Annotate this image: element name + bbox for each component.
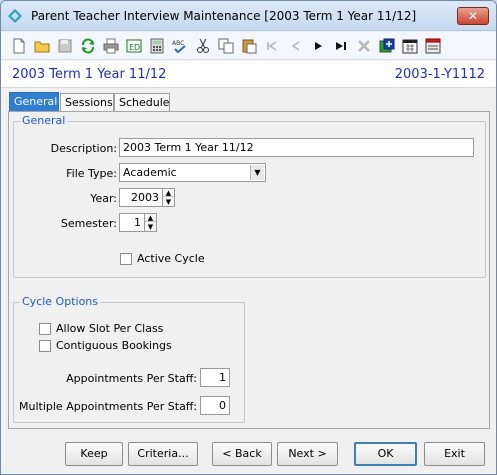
- calculator-icon[interactable]: [147, 36, 167, 56]
- refresh-icon[interactable]: [78, 36, 98, 56]
- spin-up-icon[interactable]: ▲: [163, 189, 174, 197]
- description-label: Description:: [50, 142, 117, 155]
- multiple-appointments-field[interactable]: 0: [200, 396, 230, 415]
- criteria-button[interactable]: Criteria...: [128, 442, 198, 466]
- previous-record-icon[interactable]: [285, 36, 305, 56]
- allow-slot-label: Allow Slot Per Class: [56, 322, 164, 335]
- record-title: 2003 Term 1 Year 11/12: [12, 67, 167, 82]
- schedule-icon[interactable]: [423, 36, 443, 56]
- file-type-value: Academic: [123, 166, 177, 179]
- description-field[interactable]: 2003 Term 1 Year 11/12: [119, 138, 474, 157]
- delete-icon[interactable]: [354, 36, 374, 56]
- save-icon[interactable]: [55, 36, 75, 56]
- semester-value[interactable]: 1: [119, 213, 145, 232]
- cycle-options-legend: Cycle Options: [20, 295, 101, 308]
- year-label: Year:: [90, 192, 117, 205]
- active-cycle-checkbox[interactable]: [120, 253, 132, 265]
- file-type-label: File Type:: [66, 167, 117, 180]
- record-header: 2003 Term 1 Year 11/12 2003-1-Y1112: [1, 61, 496, 88]
- next-button[interactable]: Next >: [277, 442, 338, 466]
- appointments-per-staff-label: Appointments Per Staff:: [66, 372, 197, 385]
- first-record-icon[interactable]: [262, 36, 282, 56]
- ok-button[interactable]: OK: [354, 442, 417, 466]
- spellcheck-icon[interactable]: ABC: [170, 36, 190, 56]
- calendar-icon[interactable]: [400, 36, 420, 56]
- semester-label: Semester:: [60, 217, 117, 230]
- general-group: General Description: 2003 Term 1 Year 11…: [13, 114, 486, 278]
- record-code: 2003-1-Y1112: [394, 67, 485, 82]
- toolbar: ED ABC: [1, 32, 496, 60]
- semester-spin-buttons[interactable]: ▲ ▼: [144, 213, 157, 232]
- keep-button[interactable]: Keep: [65, 442, 123, 466]
- title-bar: Parent Teacher Interview Maintenance [20…: [1, 1, 496, 31]
- app-icon: [8, 9, 22, 23]
- paste-icon[interactable]: [239, 36, 259, 56]
- button-bar: Keep Criteria... < Back Next > OK Exit: [1, 435, 496, 474]
- cycle-options-group: Cycle Options Allow Slot Per Class Conti…: [13, 295, 245, 423]
- contiguous-bookings-label: Contiguous Bookings: [56, 339, 172, 352]
- close-button[interactable]: ✕: [457, 7, 489, 25]
- window-title: Parent Teacher Interview Maintenance [20…: [31, 9, 417, 23]
- tab-sessions[interactable]: Sessions: [60, 93, 114, 112]
- print-icon[interactable]: [101, 36, 121, 56]
- spin-down-icon[interactable]: ▼: [163, 198, 174, 206]
- tab-schedule[interactable]: Schedule: [114, 93, 170, 112]
- tab-panel-general: General Description: 2003 Term 1 Year 11…: [8, 111, 490, 429]
- edit-icon[interactable]: ED: [124, 36, 144, 56]
- multiple-appointments-label: Multiple Appointments Per Staff:: [19, 400, 198, 413]
- svg-text:ED: ED: [129, 43, 140, 52]
- year-spin-buttons[interactable]: ▲ ▼: [162, 188, 175, 207]
- appointments-per-staff-field[interactable]: 1: [200, 368, 230, 387]
- last-record-icon[interactable]: [331, 36, 351, 56]
- semester-spinner[interactable]: 1 ▲ ▼: [119, 213, 159, 232]
- general-group-legend: General: [20, 114, 68, 127]
- contiguous-bookings-checkbox[interactable]: [39, 340, 51, 352]
- spin-up-icon[interactable]: ▲: [145, 214, 156, 222]
- file-type-select[interactable]: Academic ▼: [119, 163, 266, 182]
- year-spinner[interactable]: 2003 ▲ ▼: [119, 188, 177, 207]
- tab-general[interactable]: General: [9, 92, 59, 112]
- svg-text:ABC: ABC: [172, 40, 184, 47]
- allow-slot-checkbox[interactable]: [39, 323, 51, 335]
- spin-down-icon[interactable]: ▼: [145, 223, 156, 231]
- back-button[interactable]: < Back: [212, 442, 272, 466]
- next-record-icon[interactable]: [308, 36, 328, 56]
- exit-button[interactable]: Exit: [424, 442, 485, 466]
- cut-icon[interactable]: [193, 36, 213, 56]
- new-icon[interactable]: [9, 36, 29, 56]
- active-cycle-label: Active Cycle: [137, 252, 205, 265]
- open-icon[interactable]: [32, 36, 52, 56]
- chevron-down-icon[interactable]: ▼: [250, 165, 264, 180]
- year-value[interactable]: 2003: [119, 188, 163, 207]
- dialog-window: Parent Teacher Interview Maintenance [20…: [0, 0, 497, 475]
- add-record-icon[interactable]: [377, 36, 397, 56]
- copy-icon[interactable]: [216, 36, 236, 56]
